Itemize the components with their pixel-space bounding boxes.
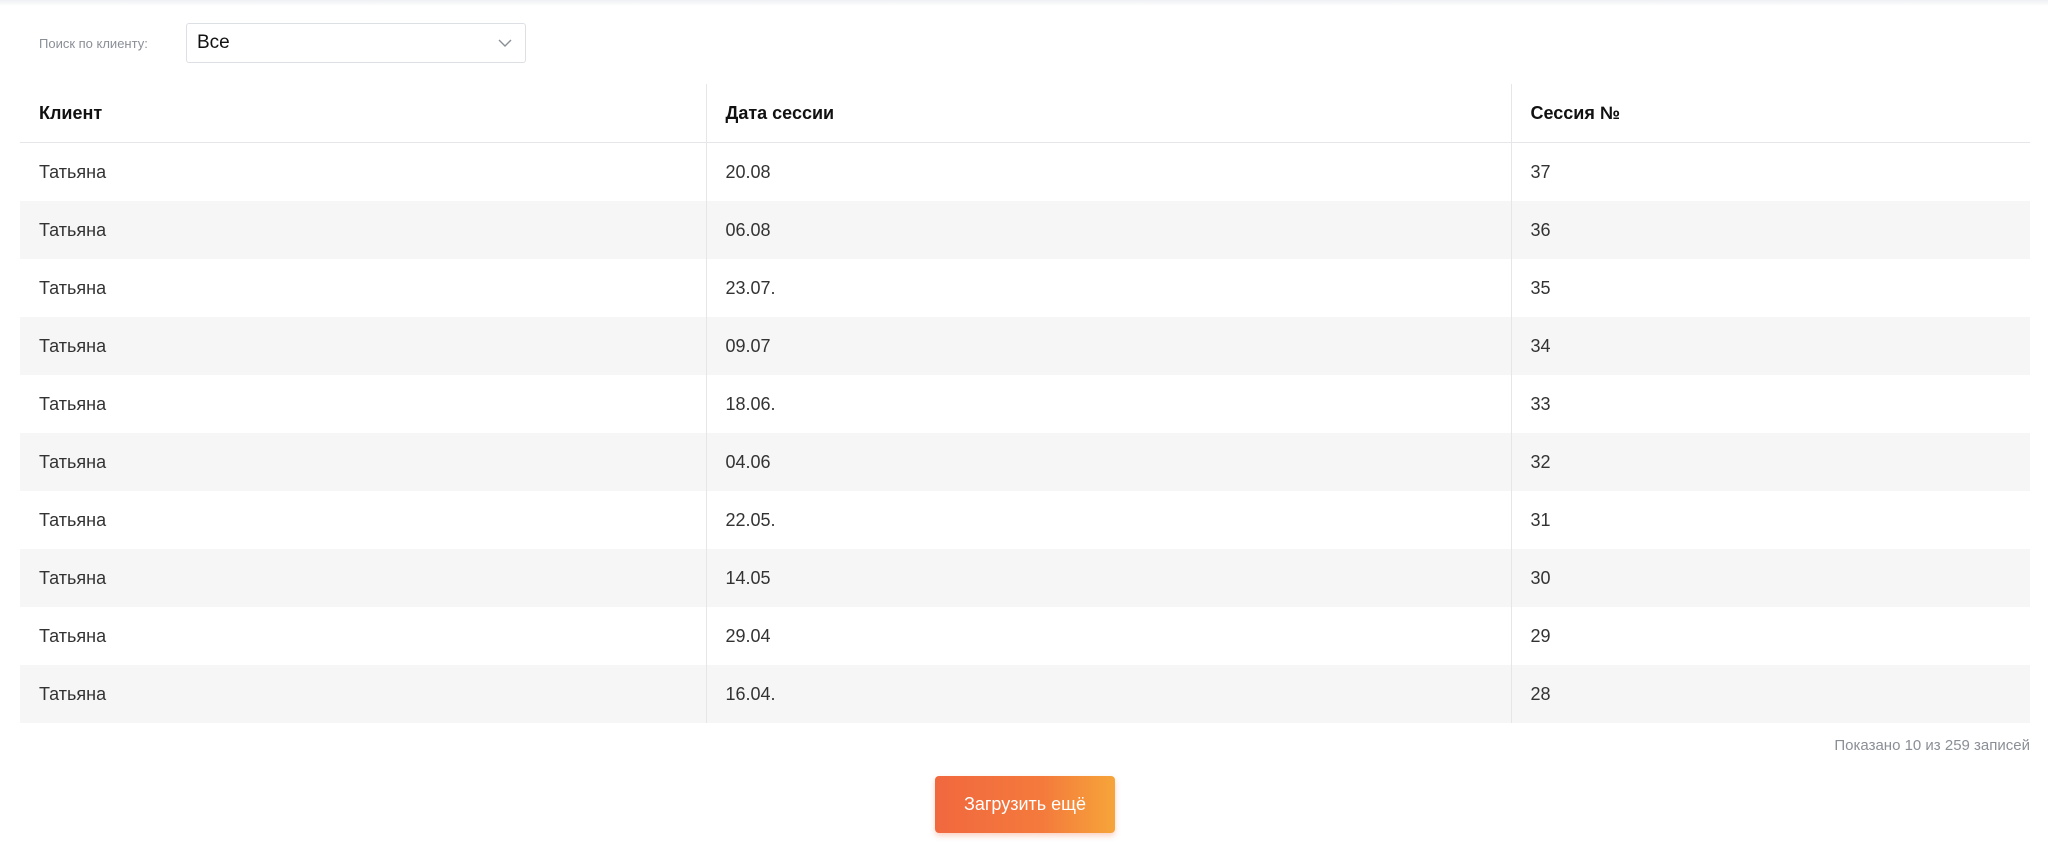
client-filter-select[interactable]: Все [186, 23, 526, 63]
load-more-button[interactable]: Загрузить ещё [935, 776, 1115, 833]
cell-session-number: 34 [1510, 317, 2030, 375]
cell-client: Татьяна [20, 607, 706, 665]
cell-session-date: 23.07. [705, 259, 1511, 317]
cell-client: Татьяна [20, 201, 706, 259]
table-row[interactable]: Татьяна 04.06 32 [20, 433, 2030, 491]
column-header-session-number[interactable]: Сессия № [1510, 84, 2030, 143]
cell-client: Татьяна [20, 491, 706, 549]
cell-session-number: 36 [1510, 201, 2030, 259]
cell-client: Татьяна [20, 317, 706, 375]
records-count: Показано 10 из 259 записей [1834, 737, 2030, 754]
cell-session-number: 29 [1510, 607, 2030, 665]
cell-client: Татьяна [20, 549, 706, 607]
table-row[interactable]: Татьяна 18.06. 33 [20, 375, 2030, 433]
client-filter-value: Все [197, 32, 230, 53]
cell-session-number: 35 [1510, 259, 2030, 317]
cell-session-number: 28 [1510, 665, 2030, 723]
cell-session-number: 31 [1510, 491, 2030, 549]
chevron-down-icon [498, 39, 512, 47]
cell-client: Татьяна [20, 259, 706, 317]
table-row[interactable]: Татьяна 29.04 29 [20, 607, 2030, 665]
table-row[interactable]: Татьяна 14.05 30 [20, 549, 2030, 607]
table-row[interactable]: Татьяна 22.05. 31 [20, 491, 2030, 549]
column-header-session-date[interactable]: Дата сессии [705, 84, 1511, 143]
cell-session-date: 06.08 [705, 201, 1511, 259]
cell-session-number: 30 [1510, 549, 2030, 607]
client-filter-bar: Поиск по клиенту: Все [39, 22, 526, 64]
cell-client: Татьяна [20, 665, 706, 723]
table-row[interactable]: Татьяна 06.08 36 [20, 201, 2030, 259]
cell-session-date: 14.05 [705, 549, 1511, 607]
cell-session-date: 09.07 [705, 317, 1511, 375]
cell-session-date: 04.06 [705, 433, 1511, 491]
cell-client: Татьяна [20, 433, 706, 491]
cell-client: Татьяна [20, 375, 706, 433]
cell-session-number: 32 [1510, 433, 2030, 491]
table-row[interactable]: Татьяна 09.07 34 [20, 317, 2030, 375]
top-shadow [0, 0, 2048, 6]
column-header-client[interactable]: Клиент [20, 84, 706, 143]
table-row[interactable]: Татьяна 16.04. 28 [20, 665, 2030, 723]
cell-session-date: 20.08 [705, 142, 1511, 201]
client-filter-label: Поиск по клиенту: [39, 35, 148, 51]
cell-session-number: 33 [1510, 375, 2030, 433]
table-row[interactable]: Татьяна 23.07. 35 [20, 259, 2030, 317]
cell-session-date: 29.04 [705, 607, 1511, 665]
sessions-table: Клиент Дата сессии Сессия № Татьяна 20.0… [20, 84, 2030, 723]
cell-client: Татьяна [20, 142, 706, 201]
table-header-row: Клиент Дата сессии Сессия № [20, 84, 2030, 143]
cell-session-date: 18.06. [705, 375, 1511, 433]
cell-session-date: 22.05. [705, 491, 1511, 549]
table-row[interactable]: Татьяна 20.08 37 [20, 142, 2030, 201]
cell-session-date: 16.04. [705, 665, 1511, 723]
cell-session-number: 37 [1510, 142, 2030, 201]
